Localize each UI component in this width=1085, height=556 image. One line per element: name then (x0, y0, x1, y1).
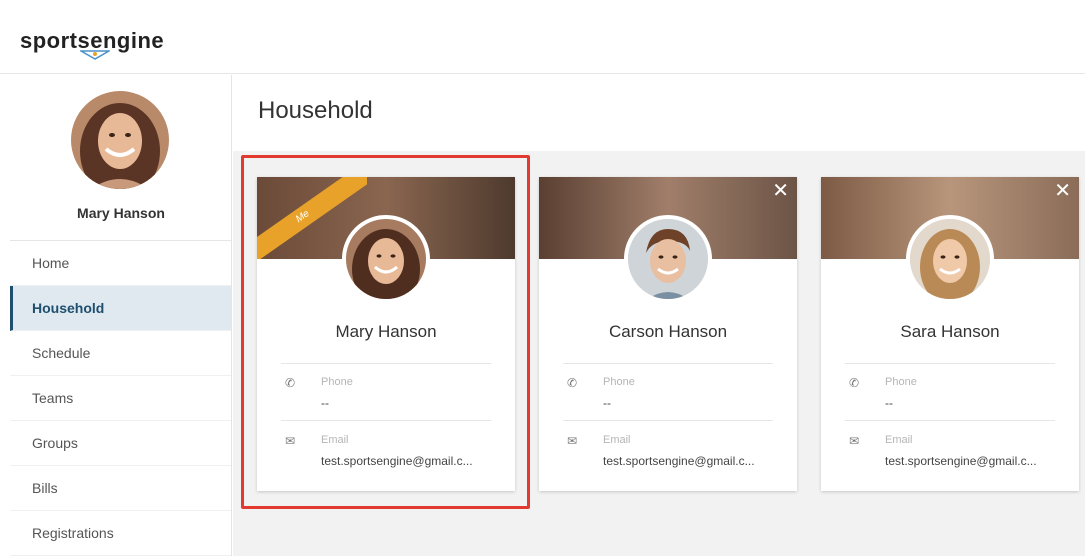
household-member-card[interactable]: ✕ Sara Hanson ✆ Phone -- ✉ Email test.sp… (821, 177, 1079, 491)
logo-text-s: s (78, 28, 110, 60)
divider (281, 420, 491, 421)
phone-label: Phone (885, 376, 917, 388)
sidebar: Mary Hanson Home Household Schedule Team… (10, 75, 232, 556)
user-photo (71, 91, 169, 189)
member-avatar (906, 215, 994, 303)
sidebar-item-household[interactable]: Household (10, 286, 231, 331)
sidebar-item-groups[interactable]: Groups (10, 421, 231, 466)
sidebar-profile: Mary Hanson (10, 75, 231, 241)
email-label: Email (603, 434, 631, 446)
household-member-card[interactable]: Me Mary Hanson ✆ Phone -- ✉ Email test.s… (257, 177, 515, 491)
divider (845, 363, 1055, 364)
member-avatar (342, 215, 430, 303)
phone-icon: ✆ (849, 376, 860, 390)
close-icon[interactable]: ✕ (1054, 181, 1071, 201)
main-content: Household Me Mary Hanson ✆ Phone -- ✉ Em… (233, 75, 1085, 556)
email-icon: ✉ (285, 434, 296, 448)
divider (281, 363, 491, 364)
phone-value: -- (603, 396, 611, 410)
page-header: Household (233, 75, 1085, 151)
email-icon: ✉ (567, 434, 578, 448)
email-value: test.sportsengine@gmail.c... (321, 454, 473, 468)
sidebar-user-name: Mary Hanson (77, 205, 165, 221)
logo-text-sport: sport (20, 28, 78, 53)
phone-label: Phone (603, 376, 635, 388)
member-name: Carson Hanson (608, 322, 728, 341)
sidebar-item-teams[interactable]: Teams (10, 376, 231, 421)
divider (563, 420, 773, 421)
email-label: Email (321, 434, 349, 446)
member-name: Mary Hanson (335, 322, 437, 341)
divider (563, 363, 773, 364)
close-icon[interactable]: ✕ (772, 181, 789, 201)
sidebar-item-bills[interactable]: Bills (10, 466, 231, 511)
sportsengine-logo[interactable]: sports engine (20, 28, 164, 60)
member-avatar (624, 215, 712, 303)
email-value: test.sportsengine@gmail.c... (603, 454, 755, 468)
top-bar: sports engine (0, 0, 1085, 74)
page-title: Household (258, 97, 373, 124)
sidebar-item-home[interactable]: Home (10, 241, 231, 286)
divider (845, 420, 1055, 421)
logo-shield-icon (79, 50, 110, 60)
phone-value: -- (321, 396, 329, 410)
sidebar-item-registrations[interactable]: Registrations (10, 511, 231, 556)
phone-icon: ✆ (567, 376, 578, 390)
avatar[interactable] (71, 91, 169, 189)
email-icon: ✉ (849, 434, 860, 448)
email-value: test.sportsengine@gmail.c... (885, 454, 1037, 468)
phone-label: Phone (321, 376, 353, 388)
email-label: Email (885, 434, 913, 446)
household-member-card[interactable]: ✕ Carson Hanson ✆ Phone -- ✉ Email test.… (539, 177, 797, 491)
sidebar-item-schedule[interactable]: Schedule (10, 331, 231, 376)
member-name: Sara Hanson (900, 322, 1000, 341)
phone-icon: ✆ (285, 376, 296, 390)
phone-value: -- (885, 396, 893, 410)
